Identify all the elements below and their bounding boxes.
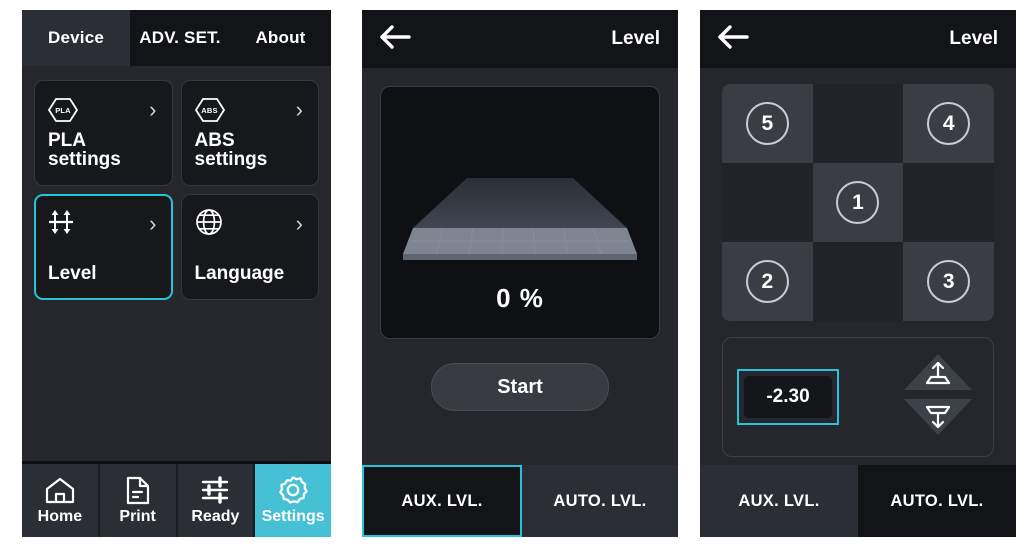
- nozzle-down-icon[interactable]: [903, 398, 973, 441]
- auto-level-mode-tabs: AUX. LVL. AUTO. LVL.: [700, 465, 1016, 537]
- mesh-cell-middle-right: [903, 163, 994, 242]
- chevron-right-icon: ›: [149, 97, 157, 122]
- mesh-point-5-label: 5: [745, 102, 789, 145]
- tab-adv-set[interactable]: ADV. SET.: [130, 10, 230, 66]
- hexagon-abs-icon-text: ABS: [201, 105, 218, 115]
- mesh-point-5[interactable]: 5: [722, 84, 813, 163]
- card-abs-settings-label: ABS settings: [194, 130, 268, 170]
- z-offset-stepper: [903, 353, 973, 441]
- bed-viewport: 0 %: [380, 86, 660, 339]
- nav-item-settings-label: Settings: [261, 508, 325, 525]
- bottom-navigation-bar: Home Print Ready Settings: [22, 461, 331, 537]
- tab-auto-lvl-label: AUTO. LVL.: [553, 491, 647, 510]
- globe-icon: [195, 208, 223, 241]
- card-level-top: ›: [48, 209, 159, 239]
- settings-card-grid: PLA › PLA settings ABS › ABS settings › …: [22, 66, 331, 461]
- auto-level-panel: Level 5 4 1 2 3 -2.30 AUX. LVL. AUTO. LV…: [700, 10, 1016, 537]
- tab-device[interactable]: Device: [22, 10, 130, 66]
- mesh-cell-top-center: [812, 84, 904, 163]
- card-abs-top: ABS ›: [194, 95, 306, 125]
- aux-level-mode-tabs: AUX. LVL. AUTO. LVL.: [362, 465, 678, 537]
- mesh-point-1-label: 1: [836, 181, 880, 224]
- mesh-point-1[interactable]: 1: [812, 163, 904, 242]
- card-pla-settings[interactable]: PLA › PLA settings: [34, 80, 173, 186]
- card-abs-settings[interactable]: ABS › ABS settings: [180, 80, 319, 186]
- hexagon-abs-icon: ABS: [194, 96, 225, 124]
- aux-level-title: Level: [611, 28, 660, 49]
- nav-item-home[interactable]: Home: [22, 464, 100, 537]
- nav-item-ready[interactable]: Ready: [177, 464, 256, 537]
- mesh-point-3[interactable]: 3: [903, 242, 994, 321]
- device-settings-panel: Device ADV. SET. About PLA › PLA setting…: [22, 10, 331, 537]
- card-level-label: Level: [48, 263, 97, 284]
- tab-auto-lvl[interactable]: AUTO. LVL.: [858, 465, 1016, 537]
- aux-level-panel: Level 0 % Start AUX. LVL. AUTO. LVL.: [362, 10, 678, 537]
- mesh-point-4[interactable]: 4: [903, 84, 994, 163]
- auto-level-body: 5 4 1 2 3 -2.30: [700, 68, 1016, 465]
- mesh-point-2-label: 2: [745, 260, 789, 303]
- nav-item-ready-label: Ready: [191, 508, 240, 525]
- document-icon: [126, 475, 150, 505]
- gear-icon: [278, 475, 308, 505]
- print-bed-visual: [381, 176, 659, 264]
- home-icon: [45, 475, 75, 505]
- auto-level-header: Level: [700, 10, 1016, 68]
- nav-item-settings[interactable]: Settings: [255, 464, 331, 537]
- card-language-label: Language: [194, 263, 285, 284]
- screenshot-root: Device ADV. SET. About PLA › PLA setting…: [0, 0, 1024, 549]
- card-pla-settings-label: PLA settings: [48, 130, 121, 170]
- tab-aux-lvl-label: AUX. LVL.: [401, 491, 483, 510]
- mesh-point-2[interactable]: 2: [722, 242, 813, 321]
- level-arrows-icon: [48, 209, 78, 240]
- start-button-label: Start: [497, 375, 543, 398]
- bed-mesh-grid: 5 4 1 2 3: [722, 84, 994, 321]
- aux-level-body: 0 % Start: [362, 68, 678, 465]
- leveling-progress-percent: 0 %: [496, 283, 544, 313]
- nav-item-print[interactable]: Print: [99, 464, 178, 537]
- nav-item-home-label: Home: [37, 508, 83, 525]
- hexagon-pla-icon: PLA: [47, 96, 79, 124]
- card-language[interactable]: › Language: [180, 194, 319, 300]
- nozzle-up-icon[interactable]: [903, 353, 973, 396]
- tab-about-label: About: [255, 28, 306, 47]
- chevron-right-icon: ›: [295, 97, 303, 122]
- card-language-top: ›: [195, 208, 306, 241]
- z-offset-field[interactable]: -2.30: [737, 369, 839, 425]
- tab-auto-lvl[interactable]: AUTO. LVL.: [522, 465, 678, 537]
- mesh-cell-middle-left: [722, 163, 813, 242]
- mesh-point-3-label: 3: [927, 260, 971, 303]
- nav-item-print-label: Print: [119, 508, 156, 525]
- back-arrow-icon[interactable]: [716, 24, 750, 55]
- tab-device-label: Device: [47, 28, 105, 47]
- sliders-icon: [200, 475, 230, 505]
- chevron-right-icon: ›: [295, 211, 303, 236]
- chevron-right-icon: ›: [149, 211, 157, 236]
- hexagon-pla-icon-text: PLA: [55, 105, 71, 115]
- tab-about[interactable]: About: [230, 10, 331, 66]
- mesh-cell-bottom-center: [812, 242, 904, 321]
- z-offset-value: -2.30: [744, 376, 832, 418]
- top-tab-strip: Device ADV. SET. About: [22, 10, 331, 66]
- start-button[interactable]: Start: [431, 363, 609, 411]
- tab-aux-lvl-label: AUX. LVL.: [738, 491, 820, 510]
- tab-aux-lvl[interactable]: AUX. LVL.: [362, 465, 522, 537]
- tab-aux-lvl[interactable]: AUX. LVL.: [700, 465, 858, 537]
- auto-level-title: Level: [949, 28, 998, 49]
- mesh-point-4-label: 4: [927, 102, 971, 145]
- card-level[interactable]: › Level: [34, 194, 173, 300]
- card-pla-top: PLA ›: [47, 95, 159, 125]
- aux-level-header: Level: [362, 10, 678, 68]
- tab-adv-set-label: ADV. SET.: [139, 28, 221, 47]
- z-offset-panel: -2.30: [722, 337, 994, 457]
- tab-auto-lvl-label: AUTO. LVL.: [890, 491, 984, 510]
- back-arrow-icon[interactable]: [378, 24, 412, 55]
